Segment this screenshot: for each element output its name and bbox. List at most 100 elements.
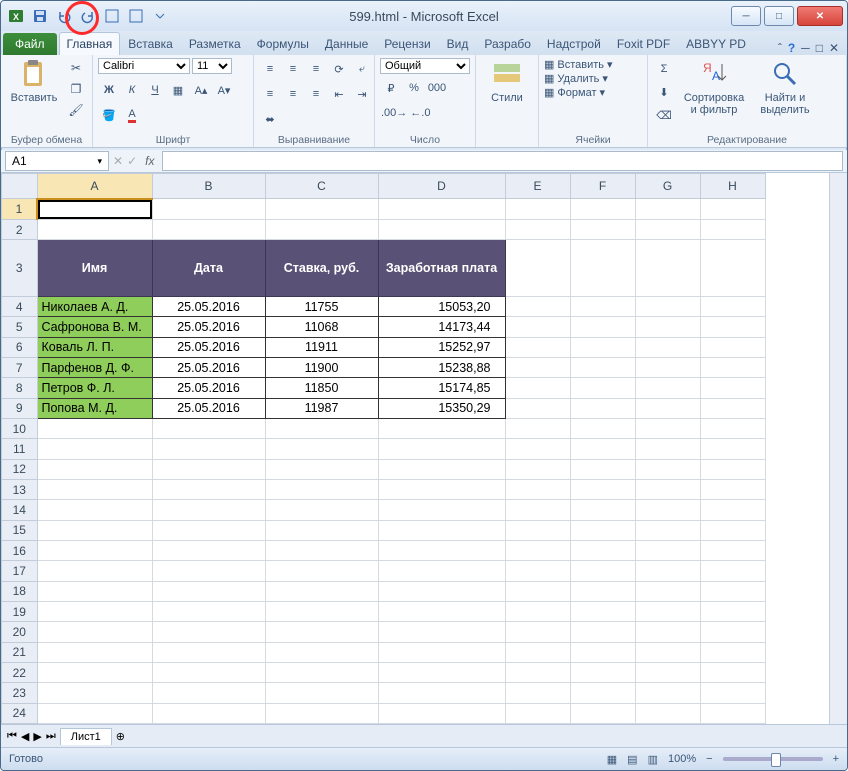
cell[interactable] (570, 317, 635, 337)
cell[interactable] (635, 220, 700, 240)
autosum-icon[interactable]: Σ (653, 58, 675, 80)
cell[interactable] (265, 622, 378, 642)
cell[interactable] (505, 500, 570, 520)
ribbon-tab-главная[interactable]: Главная (59, 32, 121, 55)
font-name-select[interactable]: Calibri (98, 58, 190, 74)
cell[interactable] (570, 297, 635, 317)
cell[interactable] (700, 561, 765, 581)
cell[interactable] (570, 561, 635, 581)
cell-date[interactable]: 25.05.2016 (152, 337, 265, 357)
cell[interactable] (378, 642, 505, 662)
cell[interactable] (152, 601, 265, 621)
ribbon-tab-foxit pdf[interactable]: Foxit PDF (609, 32, 678, 55)
cell[interactable] (505, 540, 570, 560)
row-header-23[interactable]: 23 (2, 683, 38, 703)
table-header-cell[interactable]: Ставка, руб. (265, 240, 378, 297)
ribbon-tab-данные[interactable]: Данные (317, 32, 376, 55)
cell[interactable] (505, 419, 570, 439)
ribbon-minimize-icon[interactable]: ˆ (778, 41, 782, 55)
view-layout-icon[interactable]: ▤ (627, 753, 637, 766)
row-header-7[interactable]: 7 (2, 358, 38, 378)
cell-salary[interactable]: 15350,29 (378, 398, 505, 418)
cell-rate[interactable]: 11900 (265, 358, 378, 378)
cell[interactable] (570, 601, 635, 621)
new-sheet-icon[interactable]: ⊕ (116, 730, 125, 743)
column-header-D[interactable]: D (378, 174, 505, 199)
cell-name[interactable]: Попова М. Д. (37, 398, 152, 418)
cell[interactable] (37, 601, 152, 621)
align-left-icon[interactable]: ≡ (259, 83, 281, 105)
cell[interactable] (378, 199, 505, 220)
cell[interactable] (37, 419, 152, 439)
name-box[interactable]: A1▾ (5, 151, 109, 171)
cell[interactable] (505, 642, 570, 662)
cell[interactable] (635, 419, 700, 439)
cell[interactable] (570, 378, 635, 398)
cell[interactable] (378, 662, 505, 682)
cell[interactable] (37, 581, 152, 601)
help-icon[interactable]: ? (788, 41, 795, 55)
ribbon-tab-формулы[interactable]: Формулы (249, 32, 317, 55)
cell[interactable] (378, 220, 505, 240)
cell[interactable] (378, 439, 505, 459)
cancel-formula-icon[interactable]: ✕ (113, 154, 123, 168)
cell-rate[interactable]: 11068 (265, 317, 378, 337)
column-header-C[interactable]: C (265, 174, 378, 199)
cell[interactable] (265, 439, 378, 459)
cell[interactable] (265, 540, 378, 560)
cell[interactable] (152, 581, 265, 601)
cell[interactable] (570, 419, 635, 439)
zoom-out-icon[interactable]: − (706, 753, 712, 765)
cells-insert-button[interactable]: ▦Вставить▾ (544, 58, 613, 71)
doc-close-icon[interactable]: ✕ (829, 41, 839, 55)
number-format-select[interactable]: Общий (380, 58, 470, 74)
cell[interactable] (152, 662, 265, 682)
cell[interactable] (700, 500, 765, 520)
align-right-icon[interactable]: ≡ (305, 83, 327, 105)
cell[interactable] (570, 642, 635, 662)
cell[interactable] (265, 199, 378, 220)
cell[interactable] (700, 378, 765, 398)
cell[interactable] (635, 199, 700, 220)
cell[interactable] (265, 561, 378, 581)
cell[interactable] (570, 622, 635, 642)
column-header-B[interactable]: B (152, 174, 265, 199)
cell[interactable] (635, 540, 700, 560)
increase-decimal-icon[interactable]: .00→ (380, 102, 408, 124)
bold-button[interactable]: Ж (98, 79, 120, 101)
ribbon-tab-разметка[interactable]: Разметка (181, 32, 249, 55)
cell[interactable] (378, 601, 505, 621)
align-middle-icon[interactable]: ≡ (282, 58, 304, 80)
cell[interactable] (635, 297, 700, 317)
cell[interactable] (635, 662, 700, 682)
merge-button[interactable]: ⬌ (259, 108, 281, 130)
zoom-in-icon[interactable]: + (833, 753, 839, 765)
cell[interactable] (635, 683, 700, 703)
cell[interactable] (37, 459, 152, 479)
decrease-decimal-icon[interactable]: ←.0 (409, 102, 431, 124)
doc-minimize-icon[interactable]: ─ (801, 41, 810, 55)
ribbon-tab-вид[interactable]: Вид (439, 32, 477, 55)
cell[interactable] (37, 642, 152, 662)
select-all-cell[interactable] (2, 174, 38, 199)
row-header-2[interactable]: 2 (2, 220, 38, 240)
ribbon-tab-рецензи[interactable]: Рецензи (376, 32, 438, 55)
cell[interactable] (505, 703, 570, 723)
cell-rate[interactable]: 11987 (265, 398, 378, 418)
cell[interactable] (505, 601, 570, 621)
cell[interactable] (570, 520, 635, 540)
row-header-22[interactable]: 22 (2, 662, 38, 682)
row-header-19[interactable]: 19 (2, 601, 38, 621)
cell[interactable] (37, 199, 152, 220)
cell[interactable] (152, 540, 265, 560)
styles-button[interactable]: Стили (481, 58, 533, 104)
format-painter-icon[interactable]: 🖌 (65, 100, 87, 120)
font-increase-icon[interactable]: A▴ (190, 79, 212, 101)
column-header-A[interactable]: A (37, 174, 152, 199)
cell[interactable] (505, 240, 570, 297)
minimize-button[interactable]: ─ (731, 6, 761, 26)
row-header-16[interactable]: 16 (2, 540, 38, 560)
cell-name[interactable]: Николаев А. Д. (37, 297, 152, 317)
cell[interactable] (505, 581, 570, 601)
table-header-cell[interactable]: Дата (152, 240, 265, 297)
